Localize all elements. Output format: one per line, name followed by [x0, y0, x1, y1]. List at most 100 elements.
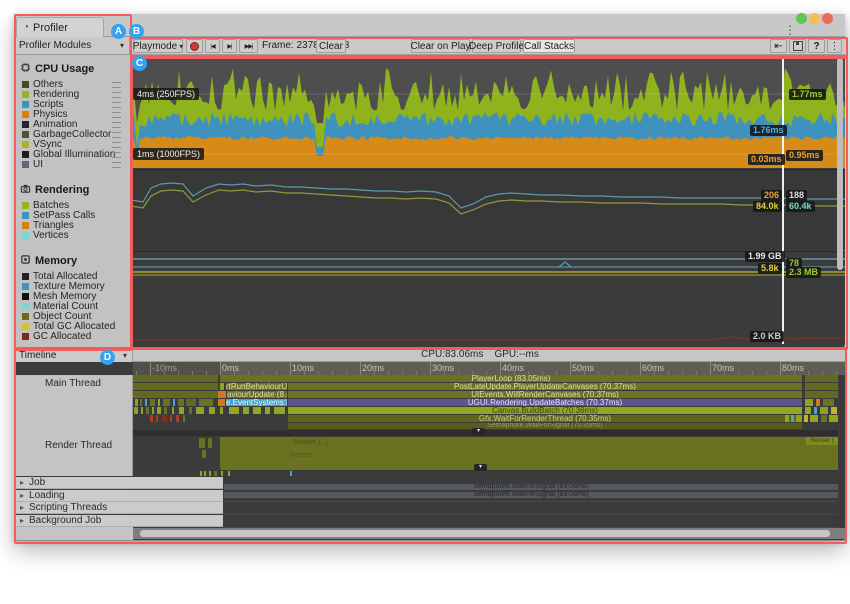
- timeline-span[interactable]: [805, 375, 838, 382]
- timeline-span[interactable]: [290, 471, 292, 476]
- timeline-span[interactable]: [134, 407, 138, 414]
- timeline-span[interactable]: [135, 399, 138, 406]
- rendering-chart[interactable]: [131, 169, 845, 250]
- timeline-span[interactable]: [821, 415, 827, 422]
- timeline-span[interactable]: [133, 375, 218, 382]
- timeline-view-dropdown[interactable]: Timeline ▾: [14, 348, 133, 362]
- timeline-span[interactable]: [805, 407, 811, 414]
- legend-item-scripts[interactable]: Scripts: [20, 99, 130, 109]
- timeline-span[interactable]: [152, 407, 154, 414]
- timeline-span[interactable]: Render (: [806, 437, 838, 445]
- timeline-span[interactable]: Canvas.BuildBatch (70.36ms): [288, 407, 802, 414]
- timeline-span[interactable]: UIEvents.WillRenderCanvases (70.37ms): [288, 391, 802, 398]
- timeline-span[interactable]: [186, 399, 196, 406]
- thread-group-job[interactable]: ▸Job: [14, 477, 223, 489]
- timeline-span[interactable]: [176, 415, 179, 422]
- timeline-span[interactable]: [140, 399, 142, 406]
- timeline-span[interactable]: [228, 471, 230, 476]
- legend-item-material-count[interactable]: Material Count: [20, 301, 130, 311]
- timeline-span[interactable]: [183, 415, 185, 422]
- timeline-span[interactable]: [220, 383, 224, 390]
- tab-profiler[interactable]: ◔ Profiler: [16, 17, 104, 37]
- timeline-span[interactable]: [229, 407, 239, 414]
- drag-handle-icon[interactable]: [112, 152, 121, 158]
- timeline-span[interactable]: [805, 383, 838, 390]
- timeline-span[interactable]: Gfx.WaitForRenderThread (70.35ms): [288, 415, 802, 422]
- legend-item-others[interactable]: Others: [20, 79, 130, 89]
- traffic-light-yellow[interactable]: [809, 13, 820, 24]
- timeline-span[interactable]: PlayerLoop (83.05ms): [220, 375, 802, 382]
- traffic-light-red[interactable]: [822, 13, 833, 24]
- timeline-span[interactable]: [265, 407, 270, 414]
- timeline-span[interactable]: [141, 407, 143, 414]
- legend-item-total-allocated[interactable]: Total Allocated: [20, 271, 130, 281]
- legend-item-texture-memory[interactable]: Texture Memory: [20, 281, 130, 291]
- timeline-span[interactable]: [196, 407, 204, 414]
- legend-item-rendering[interactable]: Rendering: [20, 89, 130, 99]
- timeline-span[interactable]: [156, 415, 158, 422]
- timeline-span[interactable]: [805, 399, 813, 406]
- timeline-span[interactable]: [214, 471, 217, 476]
- timeline-span[interactable]: aviourUpdate (8.44: [227, 391, 287, 398]
- timeline-span[interactable]: [804, 415, 808, 422]
- load-button[interactable]: ⇤: [770, 39, 787, 53]
- timeline-span[interactable]: [150, 399, 155, 406]
- drag-handle-icon[interactable]: [112, 122, 121, 128]
- timeline-span[interactable]: [805, 391, 838, 398]
- timeline-span[interactable]: [202, 450, 206, 458]
- timeline-span[interactable]: [209, 471, 211, 476]
- help-button[interactable]: ?: [808, 39, 825, 53]
- timeline-span[interactable]: e.EventSystems:Ev: [226, 399, 287, 406]
- timeline-span[interactable]: PostLateUpdate.PlayerUpdateCanvases (70.…: [288, 383, 802, 390]
- timeline-span[interactable]: [796, 415, 802, 422]
- timeline-span[interactable]: [829, 415, 838, 422]
- legend-item-animation[interactable]: Animation: [20, 119, 130, 129]
- record-button[interactable]: [186, 39, 203, 53]
- current-frame-button[interactable]: ▶▶|: [239, 39, 258, 53]
- legend-item-triangles[interactable]: Triangles: [20, 220, 130, 230]
- legend-item-ui[interactable]: UI: [20, 159, 130, 169]
- charts-vertical-scrollbar[interactable]: [837, 58, 843, 270]
- drag-handle-icon[interactable]: [112, 132, 121, 138]
- drag-handle-icon[interactable]: [112, 112, 121, 118]
- timeline-span[interactable]: [823, 399, 834, 406]
- deep-profile-toggle[interactable]: Deep Profile: [472, 39, 521, 53]
- legend-item-gc-allocated[interactable]: GC Allocated: [20, 331, 130, 341]
- timeline-scrollbar-thumb[interactable]: [140, 530, 830, 537]
- timeline-span[interactable]: Render: [266, 452, 336, 460]
- timeline-span[interactable]: [179, 407, 184, 414]
- timeline-span[interactable]: [208, 438, 212, 448]
- memory-chart[interactable]: [131, 251, 845, 345]
- timeline-span[interactable]: UGUI.Rendering.UpdateBatches (70.37ms): [288, 399, 802, 406]
- call-stacks-toggle[interactable]: Call Stacks: [523, 39, 575, 53]
- timeline-span[interactable]: [158, 399, 160, 406]
- timeline-span[interactable]: Semaphore.WaitForSignal (83.06ms): [224, 484, 838, 490]
- timeline-span[interactable]: [810, 415, 818, 422]
- legend-item-batches[interactable]: Batches: [20, 200, 130, 210]
- timeline-span[interactable]: rtRunBehaviourUpd: [226, 383, 287, 390]
- legend-item-setpass-calls[interactable]: SetPass Calls: [20, 210, 130, 220]
- tab-menu-kebab-icon[interactable]: ⋮: [784, 24, 796, 36]
- cpu-usage-chart[interactable]: [131, 55, 845, 168]
- timeline-span[interactable]: [200, 471, 202, 476]
- timeline-span[interactable]: Semaphore.WaitForSignal (83.06ms): [224, 492, 838, 498]
- timeline-span[interactable]: [209, 407, 215, 414]
- timeline-span[interactable]: [820, 407, 828, 414]
- timeline-span[interactable]: Render (...): [266, 439, 356, 447]
- timeline-span[interactable]: [204, 471, 206, 476]
- drag-handle-icon[interactable]: [112, 82, 121, 88]
- timeline-span[interactable]: [146, 407, 149, 414]
- timeline-span[interactable]: [150, 415, 153, 422]
- clear-button[interactable]: Clear: [316, 39, 346, 53]
- timeline-ruler[interactable]: -10ms0ms10ms20ms30ms40ms50ms60ms70ms80ms: [133, 362, 845, 375]
- timeline-span[interactable]: [814, 407, 817, 414]
- thread-group-background-job[interactable]: ▸Background Job: [14, 515, 223, 527]
- profiler-modules-dropdown[interactable]: Profiler Modules ▾: [14, 37, 130, 55]
- flow-event-marker-icon[interactable]: ▾: [472, 428, 485, 435]
- timeline-span[interactable]: [199, 438, 205, 448]
- clear-on-play-toggle[interactable]: Clear on Play: [411, 39, 470, 53]
- next-frame-button[interactable]: ▶|: [222, 39, 237, 53]
- legend-item-total-gc-allocated[interactable]: Total GC Allocated: [20, 321, 130, 331]
- context-menu-button[interactable]: ⋮: [827, 39, 842, 53]
- drag-handle-icon[interactable]: [112, 142, 121, 148]
